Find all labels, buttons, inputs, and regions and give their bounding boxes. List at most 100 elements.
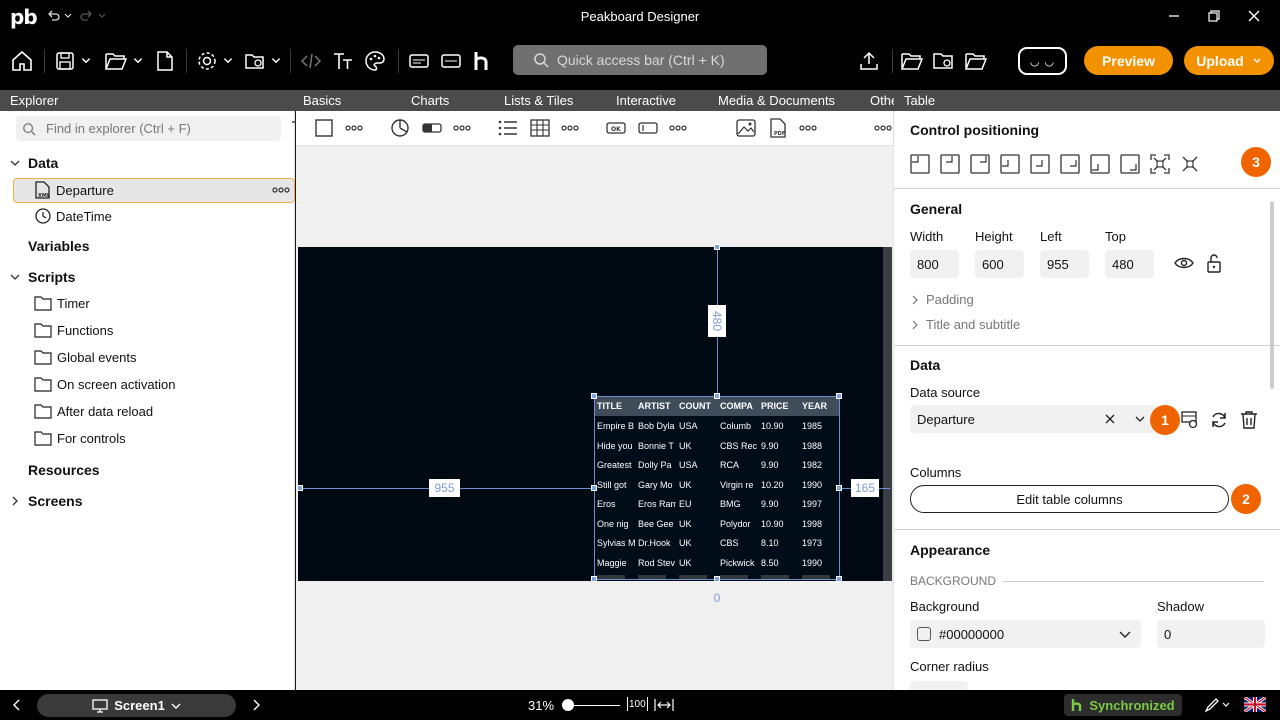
chevron-down-icon[interactable] — [10, 158, 20, 168]
tab-charts[interactable]: Charts — [411, 93, 449, 108]
close-button[interactable] — [1242, 6, 1266, 26]
title-subtitle-expander[interactable]: Title and subtitle — [910, 317, 1020, 332]
refresh-icon[interactable] — [1209, 410, 1229, 430]
new-button[interactable] — [155, 47, 175, 75]
prev-screen-button[interactable] — [12, 699, 22, 711]
quick-access-bar[interactable]: Quick access bar (Ctrl + K) — [513, 45, 767, 75]
resize-handle[interactable] — [836, 393, 842, 399]
explorer-search-input[interactable]: Find in explorer (Ctrl + F) — [16, 116, 281, 141]
visibility-eye-icon[interactable] — [1174, 255, 1194, 271]
language-flag-icon[interactable] — [1244, 697, 1266, 712]
list-icon[interactable] — [497, 117, 519, 139]
width-input[interactable]: 800 — [910, 250, 959, 278]
peakboard-box-button[interactable] — [408, 47, 430, 75]
text-style-button[interactable] — [332, 47, 354, 75]
edge-button[interactable] — [440, 47, 462, 75]
sync-status[interactable]: Synchronized — [1064, 694, 1182, 716]
shadow-input[interactable]: 0 — [1157, 620, 1265, 648]
left-input[interactable]: 955 — [1040, 250, 1089, 278]
data-source-select[interactable]: Departure — [910, 405, 1155, 433]
tree-section-variables[interactable]: Variables — [28, 238, 90, 254]
tree-section-screens[interactable]: Screens — [28, 493, 82, 509]
rectangle-icon[interactable] — [313, 117, 335, 139]
corner-radius-input[interactable] — [910, 681, 968, 690]
text-input-icon[interactable] — [637, 117, 659, 139]
edit-table-columns-button[interactable]: Edit table columns — [910, 485, 1229, 513]
align-bottom-left-icon[interactable] — [1090, 154, 1110, 174]
pdf-icon[interactable]: PDF — [767, 117, 789, 139]
more-other-icon[interactable] — [874, 117, 892, 139]
minimize-button[interactable] — [1162, 6, 1186, 26]
align-middle-left-icon[interactable] — [1000, 154, 1020, 174]
theme-button[interactable] — [364, 47, 386, 75]
more-basics-icon[interactable] — [343, 117, 365, 139]
tree-section-data[interactable]: Data — [28, 155, 58, 171]
top-input[interactable]: 480 — [1105, 250, 1154, 278]
tab-media-documents[interactable]: Media & Documents — [718, 93, 835, 108]
delete-icon[interactable] — [1240, 410, 1258, 430]
table-icon[interactable] — [529, 117, 551, 139]
open-folder-button[interactable] — [900, 47, 924, 75]
tree-section-resources[interactable]: Resources — [28, 462, 100, 478]
table-control[interactable]: TITLE ARTIST COUNT COMPA PRICE YEAR Empi… — [594, 396, 840, 580]
more-options-icon[interactable] — [272, 187, 290, 193]
zoom-slider-thumb[interactable] — [562, 699, 574, 711]
shrink-icon[interactable] — [1180, 154, 1200, 174]
tree-item-for-controls[interactable]: For controls — [34, 430, 126, 446]
more-lists-icon[interactable] — [559, 117, 581, 139]
home-button[interactable] — [10, 47, 34, 75]
settings-button[interactable] — [196, 47, 234, 75]
tree-item-timer[interactable]: Timer — [34, 295, 90, 311]
pie-chart-icon[interactable] — [389, 117, 411, 139]
folder-alt-button[interactable] — [964, 47, 988, 75]
tree-item-departure[interactable]: XML Departure — [34, 181, 114, 200]
tab-other[interactable]: Othe — [870, 93, 894, 108]
project-settings-button[interactable] — [244, 47, 282, 75]
resize-handle[interactable] — [714, 393, 720, 399]
chevron-down-icon[interactable] — [10, 272, 20, 282]
background-color-select[interactable]: #00000000 — [910, 620, 1141, 648]
clear-icon[interactable] — [1105, 414, 1115, 424]
code-button[interactable] — [300, 47, 322, 75]
tree-section-scripts[interactable]: Scripts — [28, 269, 75, 285]
height-input[interactable]: 600 — [975, 250, 1024, 278]
progress-bar-icon[interactable] — [421, 117, 443, 139]
resize-handle[interactable] — [714, 576, 720, 582]
screen-selector[interactable]: Screen1 — [37, 694, 236, 717]
resize-handle[interactable] — [836, 576, 842, 582]
resize-handle[interactable] — [591, 576, 597, 582]
shape-partial-icon[interactable] — [292, 117, 302, 139]
image-icon[interactable] — [735, 117, 757, 139]
align-top-center-icon[interactable] — [940, 154, 960, 174]
restore-button[interactable] — [1202, 6, 1226, 26]
chevron-right-icon[interactable] — [10, 496, 20, 506]
open-button[interactable] — [104, 47, 144, 75]
hub-button[interactable] — [472, 47, 492, 75]
align-center-icon[interactable] — [1030, 154, 1050, 174]
tab-lists-tiles[interactable]: Lists & Tiles — [504, 93, 573, 108]
align-bottom-right-icon[interactable] — [1120, 154, 1140, 174]
more-media-icon[interactable] — [797, 117, 819, 139]
align-top-left-icon[interactable] — [910, 154, 930, 174]
zoom-100-button[interactable]: 100 — [627, 697, 648, 711]
chevron-down-icon[interactable] — [1135, 414, 1145, 424]
tab-basics[interactable]: Basics — [303, 93, 341, 108]
more-interactive-icon[interactable] — [667, 117, 689, 139]
properties-scrollbar[interactable] — [1270, 201, 1274, 389]
folder-settings-button[interactable] — [932, 47, 956, 75]
export-button[interactable] — [858, 47, 880, 75]
tree-item-after-data-reload[interactable]: After data reload — [34, 403, 153, 419]
preview-button[interactable]: Preview — [1084, 46, 1173, 75]
tab-interactive[interactable]: Interactive — [616, 93, 676, 108]
button-control-icon[interactable]: OK — [605, 117, 627, 139]
next-screen-button[interactable] — [251, 699, 261, 711]
align-middle-right-icon[interactable] — [1060, 154, 1080, 174]
lock-open-icon[interactable] — [1206, 253, 1222, 273]
save-button[interactable] — [54, 47, 92, 75]
brush-tool-button[interactable] — [1204, 697, 1230, 713]
upload-button[interactable]: Upload — [1184, 46, 1274, 75]
padding-expander[interactable]: Padding — [910, 292, 974, 307]
tree-item-on-screen-activation[interactable]: On screen activation — [34, 376, 176, 392]
tree-item-datetime[interactable]: DateTime — [34, 207, 112, 225]
resize-handle[interactable] — [591, 485, 597, 491]
